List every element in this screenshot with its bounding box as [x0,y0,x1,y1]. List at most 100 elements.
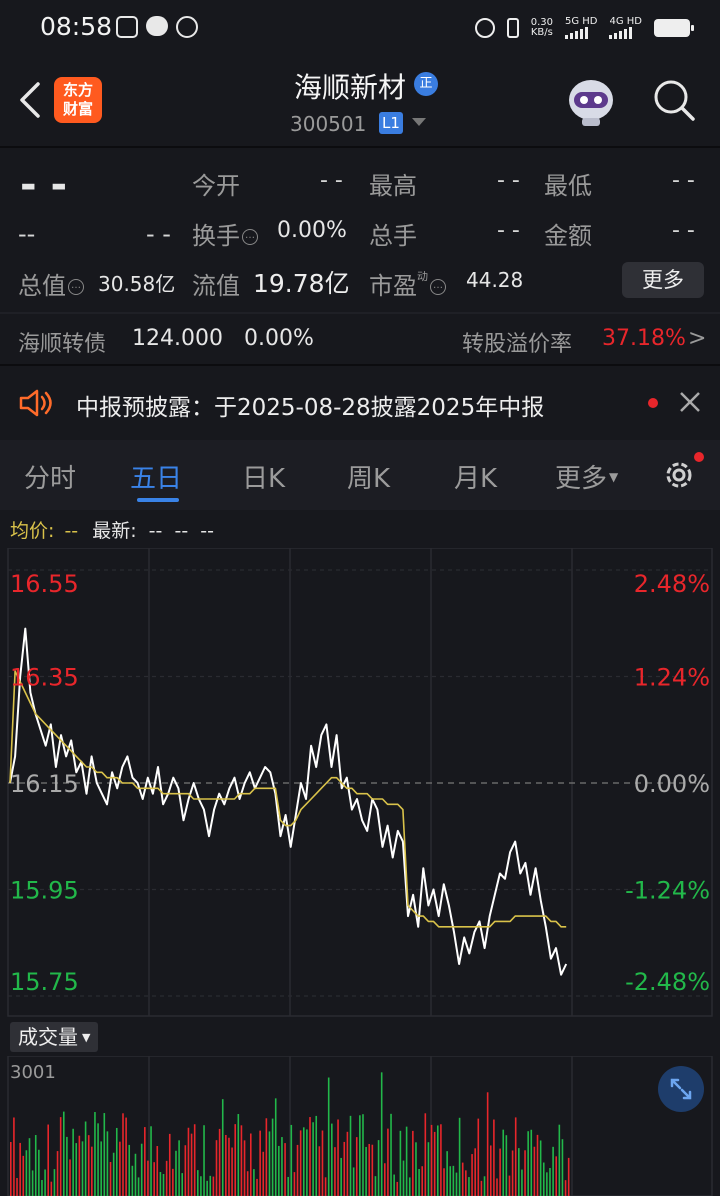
notice-dot [648,398,658,408]
volume-bar [187,1127,190,1196]
volume-bar [536,1134,539,1196]
volume-bar [430,1124,433,1196]
volume-bar [184,1145,187,1196]
price-change-pct: - - [146,220,171,248]
volume-bar [440,1124,442,1196]
volume-bar [508,1175,511,1196]
info-icon[interactable]: … [242,229,258,245]
volume-bar [346,1131,349,1196]
close-icon[interactable] [678,390,702,414]
volume-bar [228,1137,230,1196]
notice-text: 中报预披露：于2025-08-28披露2025年中报 [76,395,545,421]
volume-bar [436,1125,439,1196]
volume-bar [178,1140,180,1196]
volume-bar [486,1092,489,1196]
info-icon[interactable]: … [430,279,446,295]
volume-bar [458,1117,461,1196]
volume-bar [402,1160,405,1196]
volume-bar [405,1126,408,1196]
caret-down-icon: ▼ [82,1031,91,1044]
volume-bar [100,1141,102,1196]
volume-bar [69,1159,71,1196]
volume-bar [75,1143,78,1196]
volume-bar [59,1117,62,1196]
status-time: 08:58 [40,12,113,41]
volume-bar [34,1135,37,1196]
volume-bar [396,1181,399,1196]
open-value: - - [320,168,343,193]
volume-bar [240,1125,243,1196]
volume-bar [331,1123,333,1196]
battery-icon [654,19,694,37]
tab-intraday[interactable]: 分时 [24,458,76,495]
volume-bar [81,1141,84,1196]
five-day-chart[interactable]: 均价: -- 最新: -- -- -- 16.55 2.48% 16.35 1.24%… [0,510,720,1196]
volume-bar [387,1128,389,1196]
tab-more[interactable]: 更多 ▼ [555,458,618,495]
volume-bar [533,1146,536,1196]
y-tick-right: -1.24% [625,877,710,905]
sim1-label: 5G HD [564,16,598,27]
volume-bar [493,1119,495,1196]
tab-monthly-k[interactable]: 月K [454,458,497,495]
volume-bar [150,1126,152,1196]
float-cap-value: 19.78亿 [253,269,350,298]
info-icon[interactable]: … [68,279,84,295]
volume-bar [309,1117,311,1196]
volume-bar [197,1170,199,1196]
float-cap-label: 流值 [192,272,240,300]
notice-bar[interactable]: 中报预披露：于2025-08-28披露2025年中报 [0,366,720,438]
chart-tab-bar: 分时 五日 日K 周K 月K 更多 ▼ [0,440,720,510]
volume-bar [159,1172,162,1196]
turnover-label-text: 换手 [192,222,240,250]
volume-bar [412,1130,414,1196]
volume-bar [349,1115,352,1196]
volume-bar [468,1177,470,1196]
volume-bar [489,1145,492,1196]
level-caret-icon[interactable] [412,118,426,126]
tab-daily-k[interactable]: 日K [242,458,285,495]
more-quote-button[interactable]: 更多 [622,262,704,298]
volume-bar [362,1114,364,1196]
quote-panel: - - -- - - 今开 - - 最高 - - 最低 - - 换手… 0.00… [0,148,720,312]
tab-five-day[interactable]: 五日 [130,458,182,495]
volume-bar [530,1129,533,1196]
net-speed: 0.30 KB/s [531,18,553,38]
volume-bar [390,1113,392,1196]
volume-bar [496,1178,498,1196]
robot-assistant-icon[interactable] [562,74,620,128]
volume-bar [281,1137,283,1196]
volume-bar [433,1131,436,1196]
turnover-value: 0.00% [277,218,347,243]
level-badge[interactable]: L1 [379,112,403,134]
search-icon[interactable] [652,78,696,122]
volume-bar [91,1146,93,1196]
volume-bar [287,1176,289,1196]
volume-selector[interactable]: 成交量 ▼ [10,1022,99,1052]
bond-change-pct: 0.00% [244,326,314,351]
volume-bar [259,1130,261,1196]
volume-bar [318,1146,321,1196]
y-tick-right: 2.48% [634,570,710,598]
avg-price-line [9,670,567,928]
total-cap-value: 30.58亿 [98,272,176,296]
y-tick-right: -2.48% [625,968,710,996]
volume-bar [78,1135,81,1196]
convertible-bond-row[interactable]: 海顺转债 124.000 0.00% 转股溢价率 37.18% > [0,314,720,366]
volume-bar [181,1173,184,1196]
volume-bar [527,1131,529,1196]
y-tick-right: 1.24% [634,664,710,692]
chart-legend: 均价: -- 最新: -- -- -- [10,516,214,543]
expand-button[interactable] [658,1066,704,1112]
volume-bar [13,1117,15,1196]
low-label: 最低 [544,172,592,200]
volume-bar [315,1115,318,1196]
settings-gear-icon[interactable] [660,456,698,494]
volume-bar [203,1125,205,1196]
net-speed-unit: KB/s [530,27,553,38]
tab-weekly-k[interactable]: 周K [347,458,390,495]
volume-bar [218,1128,221,1196]
volume-bar [480,1180,483,1196]
volume-bar [131,1165,134,1196]
volume-bar [44,1169,46,1196]
